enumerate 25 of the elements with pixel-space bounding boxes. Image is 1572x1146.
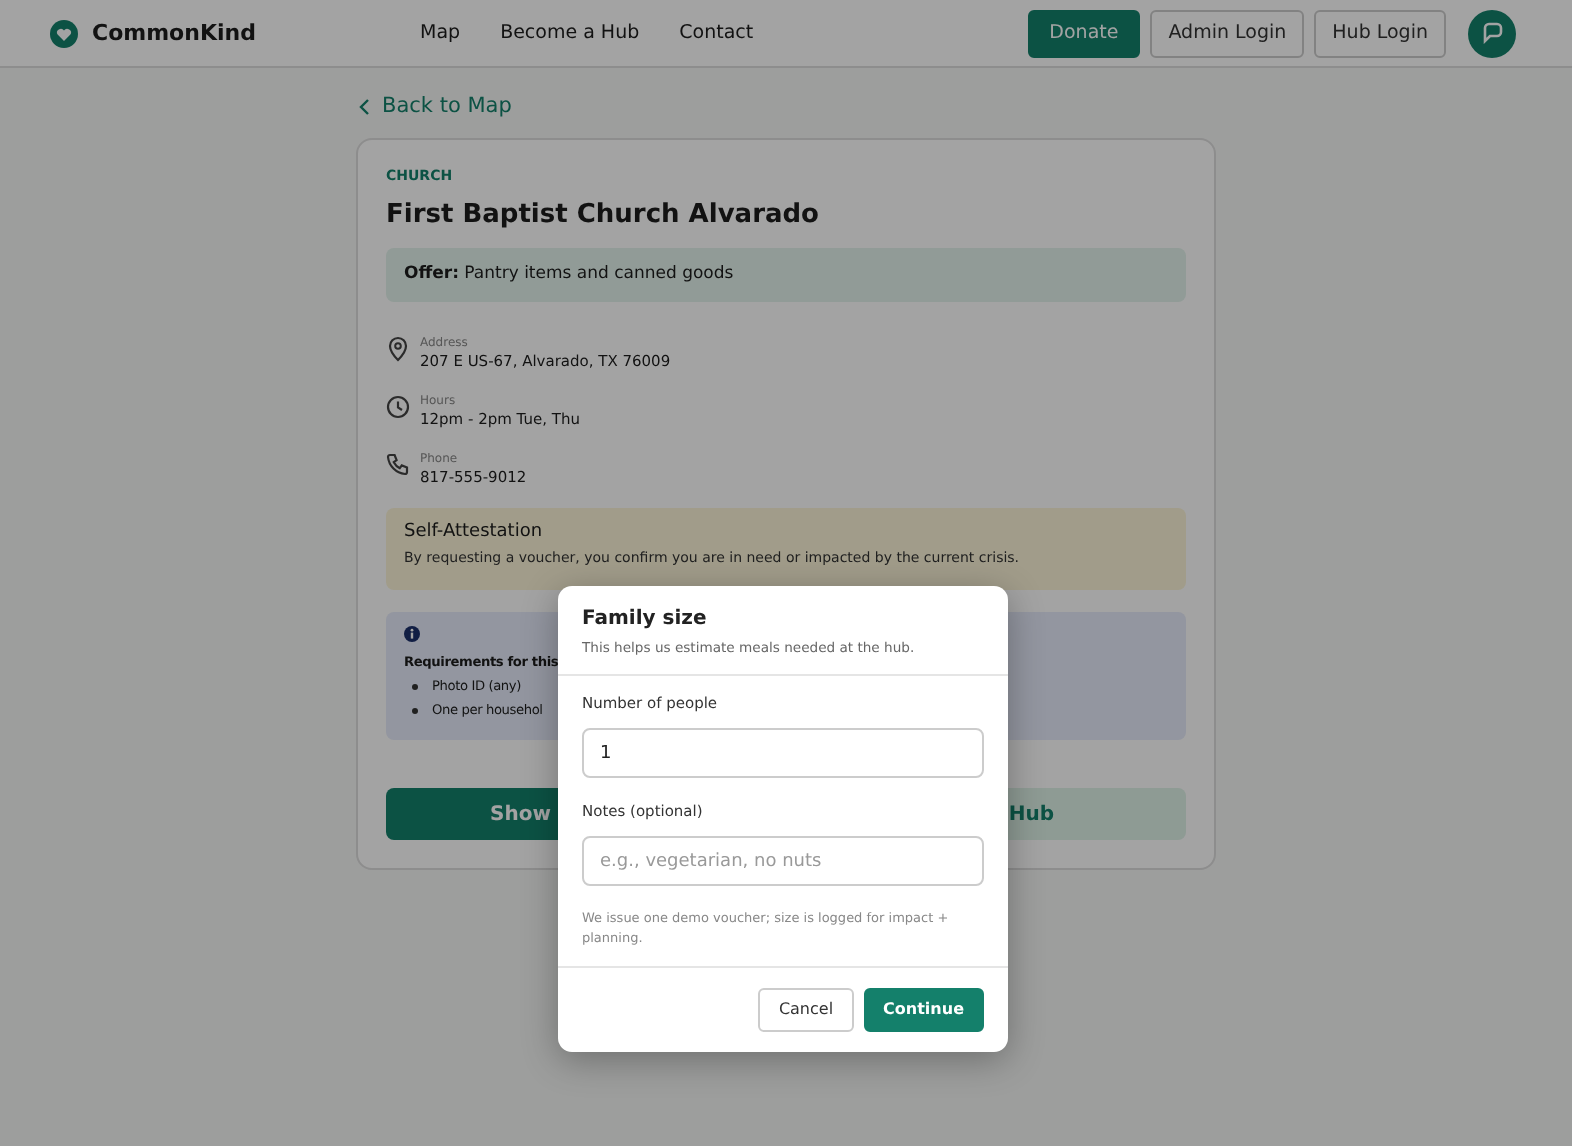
offer-text: Offer: Pantry items and canned goods bbox=[404, 264, 734, 284]
bullet-icon bbox=[412, 683, 418, 689]
chat-icon bbox=[1481, 22, 1503, 44]
donate-button[interactable]: Donate bbox=[1027, 9, 1141, 57]
chevron-left-icon bbox=[358, 97, 370, 115]
chat-button[interactable] bbox=[1468, 9, 1516, 57]
nav-link[interactable]: Become a Hub bbox=[500, 22, 640, 44]
nav-link[interactable]: Contact bbox=[679, 22, 754, 44]
continue-button[interactable]: Continue bbox=[863, 987, 984, 1031]
login-button[interactable]: Admin Login bbox=[1150, 9, 1305, 57]
login-button[interactable]: Hub Login bbox=[1314, 9, 1446, 57]
location-pin-icon bbox=[386, 336, 410, 362]
nav-link[interactable]: Map bbox=[420, 22, 461, 44]
bullet-icon bbox=[412, 707, 418, 713]
info-icon bbox=[404, 626, 420, 642]
attestation-title: Self-Attestation bbox=[404, 522, 543, 542]
hub-name: First Baptist Church Alvarado bbox=[386, 200, 819, 230]
dialog-title: Family size bbox=[582, 608, 707, 630]
clock-icon bbox=[386, 394, 410, 420]
input-field[interactable]: 1 bbox=[582, 728, 984, 778]
cancel-button[interactable]: Cancel bbox=[758, 987, 854, 1031]
heart-logo-icon bbox=[50, 19, 78, 47]
phone-icon bbox=[386, 452, 410, 478]
input-field[interactable]: e.g., vegetarian, no nuts bbox=[582, 836, 984, 886]
brand-name[interactable]: CommonKind bbox=[92, 20, 256, 46]
